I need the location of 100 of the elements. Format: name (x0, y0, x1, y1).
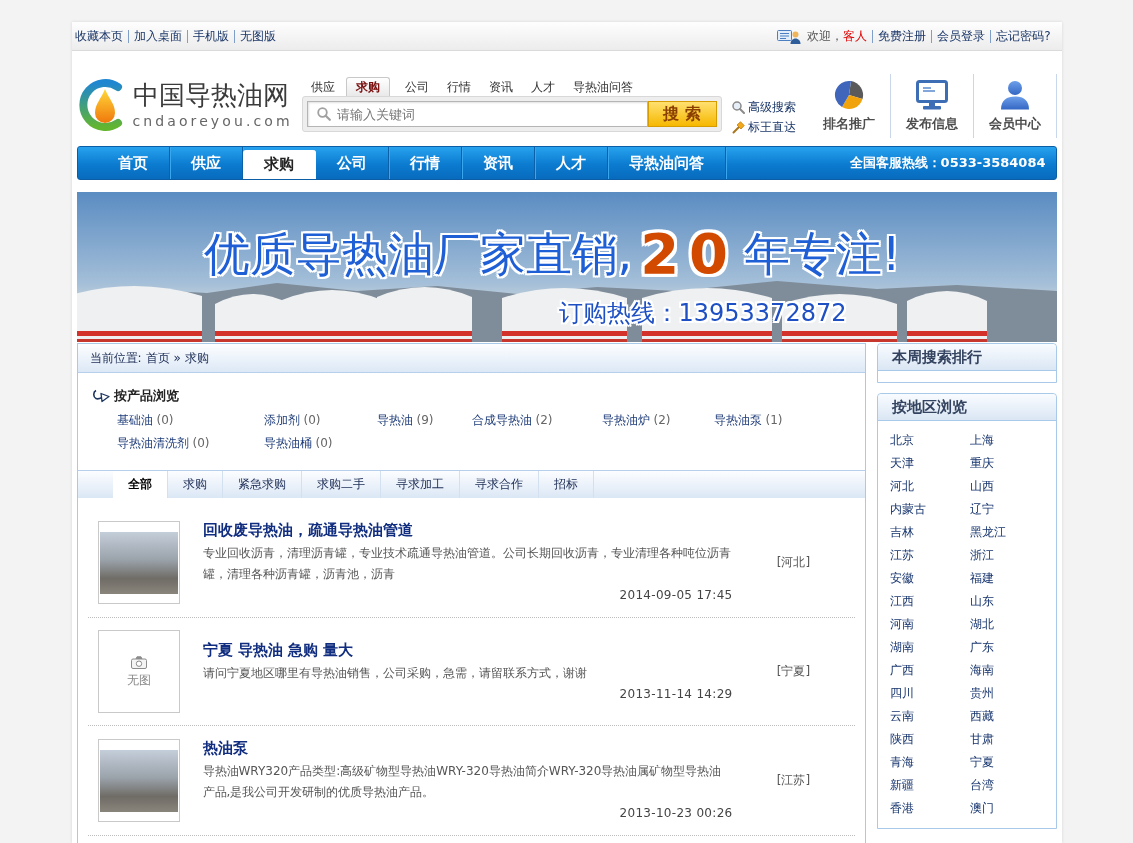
search-tab[interactable]: 导热油问答 (563, 77, 642, 96)
region-link[interactable]: 河南 (889, 613, 914, 636)
search-tab[interactable]: 人才 (521, 77, 564, 96)
top-link[interactable]: 无图版 (233, 29, 281, 43)
search-tab[interactable]: 供应 (301, 77, 344, 96)
region-link[interactable]: 陕西 (889, 728, 914, 751)
filter-tab[interactable]: 求购 (167, 471, 223, 498)
nav-tab[interactable]: 导热油问答 (607, 147, 726, 179)
thumbnail-link[interactable]: 无图 (97, 630, 180, 713)
nav-tab[interactable]: 行情 (388, 147, 462, 179)
curved-arrow-icon (91, 389, 110, 403)
filter-tab[interactable]: 寻求加工 (380, 471, 460, 498)
order-hotline-text: 订购热线：13953372872 (558, 298, 847, 328)
region-link[interactable]: 广东 (969, 636, 994, 659)
listing-title[interactable]: 回收废导热油，疏通导热油管道 (202, 521, 413, 539)
listing-title[interactable]: 热油泵 (202, 739, 248, 757)
region-link[interactable]: 天津 (889, 452, 914, 475)
region-link[interactable]: 江西 (889, 590, 914, 613)
search-tab[interactable]: 行情 (437, 77, 480, 96)
region-link[interactable]: 台湾 (969, 774, 994, 797)
region-link[interactable]: 福建 (969, 567, 994, 590)
filter-tab[interactable]: 求购二手 (301, 471, 381, 498)
shortcut-link[interactable]: 发布信息 (890, 74, 974, 138)
filter-tab[interactable]: 全部 (112, 471, 168, 498)
listing-title[interactable]: 宁夏 导热油 急购 量大 (202, 640, 354, 659)
nav-tab[interactable]: 供应 (169, 147, 243, 179)
region-link[interactable]: 湖北 (969, 613, 994, 636)
region-link[interactable]: 贵州 (969, 682, 994, 705)
region-link[interactable]: 湖南 (889, 636, 914, 659)
category-link[interactable]: 导热油清洗剂 (116, 436, 189, 450)
category-link[interactable]: 基础油 (116, 413, 153, 427)
listing-region: [江苏] (776, 773, 811, 787)
nav-tab[interactable]: 公司 (315, 147, 389, 179)
category-link[interactable]: 合成导热油 (471, 413, 532, 427)
shortcut-link[interactable]: 会员中心 (973, 74, 1057, 138)
account-link[interactable]: 会员登录 (931, 29, 991, 43)
region-link[interactable]: 青海 (889, 751, 914, 774)
category-count: (2) (535, 413, 553, 427)
region-link[interactable]: 重庆 (969, 452, 994, 475)
category-link[interactable]: 导热油桶 (263, 436, 312, 450)
thumbnail-link[interactable] (97, 521, 180, 604)
region-link[interactable]: 安徽 (889, 567, 914, 590)
region-link[interactable]: 北京 (889, 429, 914, 452)
breadcrumb-separator: » (173, 350, 181, 367)
region-link[interactable]: 海南 (969, 659, 994, 682)
search-field[interactable]: 请输入关键词 (306, 101, 648, 127)
region-link[interactable]: 宁夏 (969, 751, 994, 774)
category-link[interactable]: 导热油泵 (713, 413, 762, 427)
filter-tab[interactable]: 紧急求购 (222, 471, 302, 498)
hammer-icon (731, 120, 745, 134)
region-link[interactable]: 河北 (889, 475, 914, 498)
category-count: (0) (303, 413, 321, 427)
region-link[interactable]: 上海 (969, 429, 994, 452)
region-link[interactable]: 黑龙江 (969, 521, 1006, 544)
region-link[interactable]: 广西 (889, 659, 914, 682)
nav-tab[interactable]: 资讯 (461, 147, 535, 179)
category-link[interactable]: 导热油炉 (601, 413, 650, 427)
account-link[interactable]: 忘记密码? (990, 29, 1056, 43)
search-tab[interactable]: 求购 (345, 77, 390, 96)
region-link[interactable]: 辽宁 (969, 498, 994, 521)
nav-tab[interactable]: 求购 (242, 150, 316, 179)
account-link[interactable]: 免费注册 (872, 29, 932, 43)
category-count: (9) (416, 413, 434, 427)
listing-date: 2013-10-23 00:26 (619, 806, 733, 820)
top-link[interactable]: 收藏本页 (74, 29, 128, 43)
region-link[interactable]: 四川 (889, 682, 914, 705)
region-link[interactable]: 新疆 (889, 774, 914, 797)
category-link[interactable]: 添加剂 (263, 413, 300, 427)
region-link[interactable]: 内蒙古 (889, 498, 926, 521)
region-link[interactable]: 香港 (889, 797, 914, 820)
no-image-label: 无图 (126, 671, 151, 688)
top-link[interactable]: 手机版 (186, 29, 234, 43)
thumbnail-link[interactable] (97, 739, 180, 822)
top-link[interactable]: 加入桌面 (127, 29, 187, 43)
filter-tab[interactable]: 招标 (538, 471, 594, 498)
region-link[interactable]: 山东 (969, 590, 994, 613)
region-link[interactable]: 澳门 (969, 797, 994, 820)
search-tab[interactable]: 公司 (395, 77, 438, 96)
region-link[interactable]: 云南 (889, 705, 914, 728)
nav-tab[interactable]: 首页 (96, 147, 170, 179)
header-link[interactable]: 标王直达 (731, 117, 796, 137)
category-link[interactable]: 导热油 (376, 413, 413, 427)
sidebar-heading: 本周搜索排行 (877, 344, 1056, 371)
region-link[interactable]: 西藏 (969, 705, 994, 728)
shortcut-link[interactable]: 排名推广 (807, 74, 891, 138)
region-link[interactable]: 浙江 (969, 544, 994, 567)
listing-date: 2014-09-05 17:45 (619, 588, 733, 602)
header-link[interactable]: 高级搜索 (731, 97, 796, 117)
region-link[interactable]: 江苏 (889, 544, 914, 567)
region-link[interactable]: 吉林 (889, 521, 914, 544)
nav-tab[interactable]: 人才 (534, 147, 608, 179)
logo-domain: cndaoreyou.com (132, 112, 293, 131)
search-icon (316, 107, 331, 121)
region-link[interactable]: 甘肃 (969, 728, 994, 751)
listing-region: [宁夏] (776, 664, 811, 678)
breadcrumb-link[interactable]: 首页 (145, 344, 170, 372)
filter-tab[interactable]: 寻求合作 (459, 471, 539, 498)
region-link[interactable]: 山西 (969, 475, 994, 498)
search-tab[interactable]: 资讯 (479, 77, 522, 96)
search-button[interactable]: 搜索 (647, 101, 717, 127)
